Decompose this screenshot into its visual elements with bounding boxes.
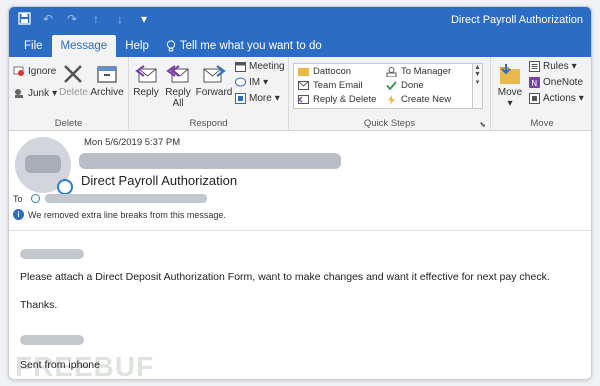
quick-step-create-new[interactable]: Create New bbox=[386, 94, 451, 105]
tab-file[interactable]: File bbox=[15, 35, 52, 57]
signature-name-redacted bbox=[20, 335, 84, 345]
svg-text:N: N bbox=[531, 79, 537, 88]
rules-button[interactable]: Rules ▾ bbox=[529, 61, 577, 72]
delete-group: Ignore Junk ▾ Delete Archive Delete bbox=[9, 57, 129, 131]
greeting-redacted bbox=[20, 249, 84, 259]
respond-group-label: Respond bbox=[189, 118, 228, 129]
reply-all-icon bbox=[166, 65, 189, 83]
message-body: Please attach a Direct Deposit Authoriza… bbox=[9, 231, 591, 379]
quick-step-team-email[interactable]: Team Email bbox=[298, 80, 363, 91]
body-line-request: Please attach a Direct Deposit Authoriza… bbox=[20, 271, 550, 283]
tab-help[interactable]: Help bbox=[116, 35, 158, 57]
outlook-message-window: ↶ ↷ ↑ ↓ ▾ Direct Payroll Authorization F… bbox=[8, 6, 592, 380]
recipient-presence bbox=[31, 194, 40, 203]
tell-me-box[interactable]: Tell me what you want to do bbox=[158, 35, 330, 57]
ignore-icon bbox=[13, 66, 24, 76]
forward-button[interactable]: Forward bbox=[195, 63, 233, 98]
info-icon: i bbox=[13, 209, 24, 220]
reply-icon bbox=[135, 65, 157, 83]
to-label: To bbox=[13, 194, 23, 204]
respond-group: Reply Reply All Forward Meeting IM ▾ More… bbox=[129, 57, 289, 131]
undo-icon[interactable]: ↶ bbox=[41, 12, 55, 26]
quick-step-done[interactable]: Done bbox=[386, 80, 424, 91]
folder-icon bbox=[298, 68, 309, 76]
rules-icon bbox=[529, 61, 540, 72]
redo-icon[interactable]: ↷ bbox=[65, 12, 79, 26]
recipient-redacted[interactable] bbox=[45, 194, 207, 203]
delete-button[interactable]: Delete bbox=[59, 63, 88, 98]
tell-me-label: Tell me what you want to do bbox=[179, 40, 322, 52]
ribbon-tabs: File Message Help Tell me what you want … bbox=[9, 33, 591, 57]
info-bar[interactable]: i We removed extra line breaks from this… bbox=[13, 209, 226, 220]
more-button[interactable]: More ▾ bbox=[235, 93, 280, 104]
delete-group-label: Delete bbox=[54, 118, 83, 129]
manager-icon bbox=[386, 66, 397, 77]
onenote-button[interactable]: N OneNote bbox=[529, 77, 583, 88]
im-icon bbox=[235, 77, 246, 87]
onenote-icon: N bbox=[529, 77, 540, 88]
meeting-button[interactable]: Meeting bbox=[235, 61, 285, 72]
message-subject: Direct Payroll Authorization bbox=[81, 173, 238, 188]
checkmark-icon bbox=[386, 81, 397, 90]
quick-steps-gallery: Dattocon Team Email Reply & Delete To Ma… bbox=[293, 63, 483, 109]
quick-step-reply-delete[interactable]: Reply & Delete bbox=[298, 94, 376, 105]
delete-x-icon bbox=[64, 65, 82, 83]
ribbon: Ignore Junk ▾ Delete Archive Delete Reply bbox=[9, 57, 591, 131]
junk-icon bbox=[15, 89, 23, 98]
reply-delete-icon bbox=[298, 95, 309, 104]
mail-icon bbox=[298, 81, 309, 90]
message-header: Mon 5/6/2019 5:37 PM Direct Payroll Auth… bbox=[9, 131, 591, 231]
archive-button[interactable]: Archive bbox=[89, 63, 125, 98]
save-icon[interactable] bbox=[17, 12, 31, 26]
quick-step-to-manager[interactable]: To Manager bbox=[386, 66, 451, 77]
actions-button[interactable]: Actions ▾ bbox=[529, 93, 584, 104]
message-date: Mon 5/6/2019 5:37 PM bbox=[84, 137, 181, 148]
presence-indicator bbox=[57, 179, 73, 195]
lightbulb-icon bbox=[166, 40, 175, 52]
window-title: Direct Payroll Authorization bbox=[450, 14, 583, 26]
calendar-icon bbox=[235, 62, 246, 72]
quick-steps-scroll[interactable]: ▲ ▼ ▾ bbox=[472, 64, 482, 108]
quick-step-dattocon[interactable]: Dattocon bbox=[298, 66, 351, 77]
reply-button[interactable]: Reply bbox=[131, 63, 161, 98]
down-icon[interactable]: ↓ bbox=[113, 12, 127, 26]
reply-all-button[interactable]: Reply All bbox=[163, 63, 193, 109]
ignore-button[interactable]: Ignore bbox=[13, 65, 56, 77]
avatar-redacted bbox=[25, 155, 61, 173]
body-line-thanks: Thanks. bbox=[20, 299, 58, 311]
junk-button[interactable]: Junk ▾ bbox=[13, 87, 57, 99]
dialog-launcher-icon[interactable]: ⬊ bbox=[479, 120, 486, 129]
move-group-label: Move bbox=[530, 118, 554, 129]
quick-steps-group-label: Quick Steps bbox=[363, 118, 416, 129]
lightning-icon bbox=[388, 94, 395, 105]
sender-avatar[interactable] bbox=[15, 137, 73, 195]
sender-redacted bbox=[79, 153, 341, 169]
forward-icon bbox=[203, 65, 226, 83]
info-text: We removed extra line breaks from this m… bbox=[28, 209, 226, 220]
quick-steps-group: Dattocon Team Email Reply & Delete To Ma… bbox=[289, 57, 491, 131]
title-bar: ↶ ↷ ↑ ↓ ▾ Direct Payroll Authorization bbox=[9, 7, 591, 33]
quick-access-toolbar: ↶ ↷ ↑ ↓ ▾ bbox=[17, 12, 151, 26]
actions-icon bbox=[529, 93, 540, 104]
signature-line: Sent from iphone bbox=[20, 359, 100, 371]
customize-icon[interactable]: ▾ bbox=[137, 12, 151, 26]
archive-icon bbox=[97, 66, 117, 83]
im-button[interactable]: IM ▾ bbox=[235, 77, 268, 88]
tab-message[interactable]: Message bbox=[51, 35, 117, 57]
move-folder-icon bbox=[500, 64, 520, 84]
up-icon[interactable]: ↑ bbox=[89, 12, 103, 26]
move-button[interactable]: Move ▾ bbox=[495, 63, 525, 109]
more-icon bbox=[235, 93, 246, 104]
move-group: Move ▾ Rules ▾ N OneNote Actions ▾ Move bbox=[491, 57, 591, 131]
